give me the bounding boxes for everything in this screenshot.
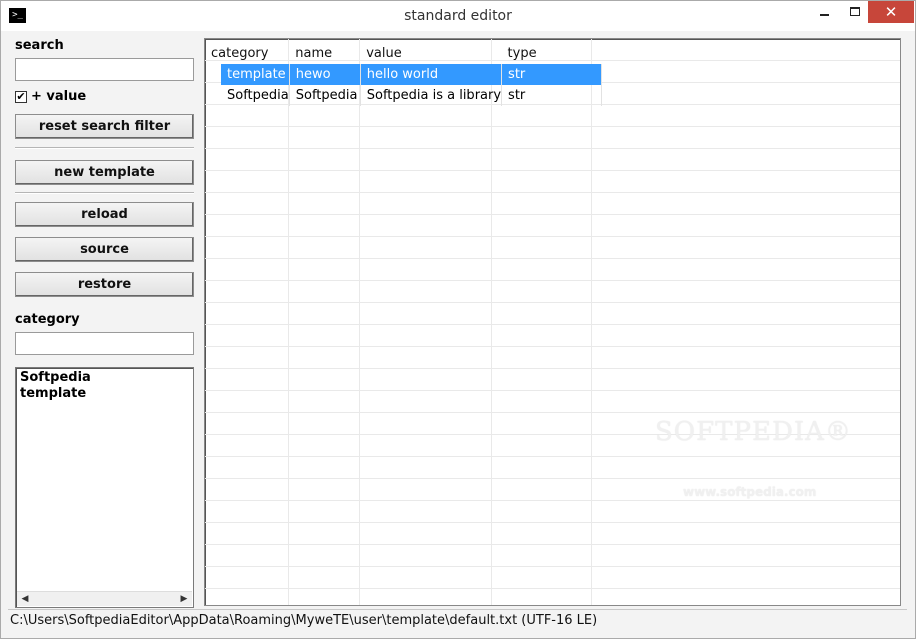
app-window: >_ standard editor ✕ search ✔ + value res… [0, 0, 916, 639]
category-input[interactable] [15, 332, 194, 355]
softpedia-watermark-url: www.softpedia.com [683, 485, 817, 499]
window-title: standard editor [404, 8, 512, 24]
cell-name[interactable]: hewo [289, 64, 361, 85]
search-label: search [15, 38, 64, 53]
column-header-name[interactable]: name [289, 42, 360, 64]
reload-button[interactable]: reload [15, 202, 194, 227]
cell-category[interactable]: template [205, 64, 290, 85]
softpedia-watermark-logo: SOFTPEDIA® [655, 417, 852, 447]
grid-table: category name value type template hewo h… [205, 42, 603, 106]
maximize-button[interactable] [841, 1, 868, 23]
cell-type[interactable]: str [501, 85, 603, 106]
value-checkbox[interactable]: ✔ [15, 90, 27, 103]
status-bar: C:\Users\SoftpediaEditor\AppData\Roaming… [8, 609, 907, 630]
search-input[interactable] [15, 58, 194, 81]
horizontal-scrollbar[interactable]: ◀ ▶ [17, 591, 192, 606]
separator [15, 192, 194, 194]
cell-type[interactable]: str [501, 64, 603, 85]
minimize-icon [819, 14, 829, 16]
scroll-right-icon[interactable]: ▶ [176, 592, 192, 607]
close-icon: ✕ [884, 3, 898, 21]
category-list[interactable]: Softpedia template ◀ ▶ [15, 367, 194, 608]
category-label: category [15, 312, 80, 327]
value-checkbox-label: + value [31, 89, 87, 104]
column-header-type[interactable]: type [502, 42, 602, 64]
cell-name[interactable]: Softpedia [289, 85, 361, 106]
title-bar[interactable]: >_ standard editor ✕ [1, 1, 915, 31]
new-template-button[interactable]: new template [15, 160, 194, 185]
list-item[interactable]: template [16, 386, 91, 402]
minimize-button[interactable] [807, 1, 841, 23]
maximize-icon [849, 7, 860, 16]
column-header-value[interactable]: value [360, 42, 501, 64]
restore-button[interactable]: restore [15, 272, 194, 297]
cell-category[interactable]: Softpedia [205, 85, 290, 106]
separator [15, 147, 194, 149]
table-row[interactable]: template hewo hello world str [205, 64, 603, 85]
cell-value[interactable]: hello world [360, 64, 503, 85]
template-grid[interactable]: SOFTPEDIA® www.softpedia.com category na… [204, 38, 901, 606]
source-button[interactable]: source [15, 237, 194, 262]
reset-search-filter-button[interactable]: reset search filter [15, 114, 194, 139]
list-item[interactable]: Softpedia [16, 370, 91, 386]
column-header-category[interactable]: category [205, 42, 289, 64]
scroll-left-icon[interactable]: ◀ [17, 592, 33, 607]
cell-value[interactable]: Softpedia is a library [360, 85, 503, 106]
value-checkbox-row[interactable]: ✔ + value [15, 89, 86, 105]
grid-header-row: category name value type [205, 42, 602, 64]
table-row[interactable]: Softpedia Softpedia Softpedia is a libra… [205, 85, 603, 106]
left-panel: search ✔ + value reset search filter new … [8, 32, 201, 608]
grid-lines [205, 39, 900, 605]
close-button[interactable]: ✕ [868, 1, 914, 23]
